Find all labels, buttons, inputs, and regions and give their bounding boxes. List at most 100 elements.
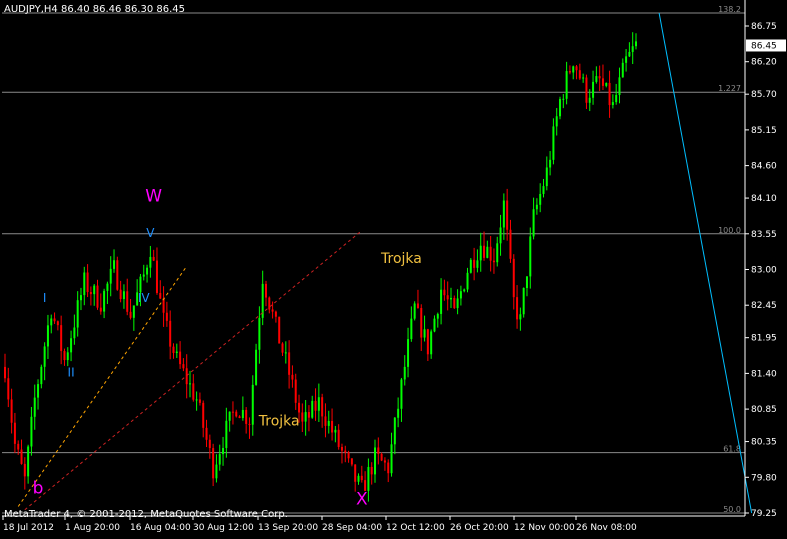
candle-body: [162, 298, 165, 313]
candle-body: [532, 209, 535, 237]
candle-body: [238, 416, 241, 419]
candle-body: [314, 400, 317, 411]
candle-body: [4, 366, 6, 379]
candle-body: [525, 276, 528, 289]
candle-body: [449, 297, 452, 300]
candle-body: [446, 295, 449, 300]
candle-body: [463, 289, 466, 292]
candle-body: [374, 447, 377, 475]
wave-label: V: [146, 226, 155, 240]
candle-body: [103, 290, 106, 312]
y-tick-label: 79.80: [751, 473, 777, 483]
candle-body: [337, 429, 340, 447]
candle-body: [281, 343, 284, 353]
wave-label: II: [68, 366, 75, 380]
candle-body: [33, 397, 36, 417]
y-tick-label: 81.95: [751, 334, 777, 344]
candle-body: [301, 412, 304, 422]
candle-body: [354, 464, 357, 482]
candle-body: [182, 364, 185, 369]
candle-body: [327, 420, 330, 426]
candle-body: [192, 383, 195, 400]
y-tick-label: 86.20: [751, 58, 777, 68]
candle-body: [496, 243, 499, 263]
candle-body: [601, 78, 604, 86]
candle-body: [539, 193, 542, 205]
x-tick-label: 26 Nov 08:00: [576, 523, 637, 533]
candle-body: [479, 245, 482, 261]
candle-body: [618, 77, 621, 96]
candle-body: [122, 291, 125, 300]
candle-body: [568, 71, 571, 73]
candle-body: [416, 303, 419, 309]
candle-body: [621, 62, 624, 78]
candle-body: [608, 82, 611, 106]
candle-body: [208, 439, 211, 449]
candle-body: [443, 289, 446, 296]
y-tick-label: 79.25: [751, 509, 777, 519]
candle-body: [165, 312, 168, 321]
candle-body: [79, 295, 82, 301]
candle-body: [555, 116, 558, 127]
candle-body: [522, 288, 525, 315]
candle-body: [489, 246, 492, 261]
candle-body: [106, 283, 109, 291]
candle-body: [304, 412, 307, 422]
candle-body: [43, 346, 46, 367]
candle-body: [20, 449, 23, 464]
candle-body: [251, 384, 254, 425]
candle-body: [344, 450, 347, 453]
y-tick-label: 82.45: [751, 301, 777, 311]
candle-body: [132, 305, 135, 318]
candle-body: [340, 446, 343, 451]
candle-body: [235, 411, 238, 417]
copyright-text: MetaTrader 4, © 2001-2012, MetaQuotes So…: [4, 509, 288, 520]
candle-body: [142, 274, 145, 277]
candle-body: [50, 318, 53, 326]
candle-body: [347, 452, 350, 459]
candle-body: [383, 460, 386, 463]
candle-body: [499, 227, 502, 244]
candle-body: [119, 289, 122, 300]
candle-body: [76, 300, 79, 328]
candle-body: [562, 98, 565, 100]
candle-body: [255, 349, 258, 385]
candle-body: [334, 429, 337, 433]
candle-body: [367, 466, 370, 491]
candle-body: [86, 272, 89, 293]
candle-body: [66, 352, 69, 361]
y-tick-label: 86.75: [751, 22, 777, 32]
candle-body: [70, 338, 73, 353]
candle-body: [598, 76, 601, 79]
fibonacci-levels: 138.2 1.227 100.0 61.8 50.0: [2, 5, 745, 514]
candle-body: [559, 99, 562, 117]
candle-body: [89, 292, 92, 295]
candle-body: [469, 259, 472, 273]
candle-body: [291, 374, 294, 380]
candle-body: [288, 352, 291, 375]
candle-body: [357, 475, 360, 482]
candle-body: [545, 167, 548, 187]
candle-body: [13, 422, 16, 444]
x-tick-label: 30 Aug 12:00: [193, 523, 254, 533]
candle-body: [529, 236, 532, 277]
candle-body: [53, 318, 56, 322]
candle-body: [63, 350, 66, 361]
candle-body: [169, 320, 172, 347]
candle-body: [172, 346, 175, 353]
candle-body: [202, 402, 205, 428]
candle-body: [413, 303, 416, 319]
candle-body: [456, 298, 459, 309]
candle-body: [274, 311, 277, 317]
price-chart[interactable]: 138.21.227100.061.850.0 WVIVIIIbXTrojkaT…: [0, 0, 787, 539]
candle-body: [502, 200, 505, 228]
candle-body: [109, 268, 112, 284]
candle-body: [30, 416, 33, 447]
candle-body: [575, 66, 578, 71]
candle-body: [585, 77, 588, 103]
candle-body: [17, 443, 20, 450]
candle-body: [60, 325, 63, 351]
candle-body: [278, 316, 281, 344]
candle-body: [113, 260, 116, 269]
candle-body: [198, 399, 201, 403]
